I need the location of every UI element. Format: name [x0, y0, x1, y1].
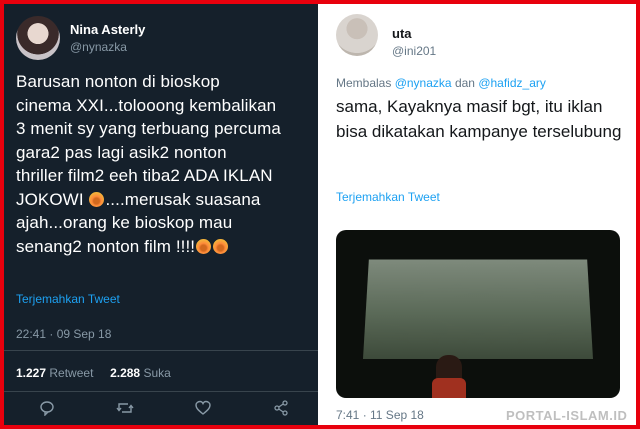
tweet-text: sama, Kayaknya masif bgt, itu iklan bisa… [336, 97, 622, 141]
display-name[interactable]: Nina Asterly [70, 22, 145, 37]
angry-face-emoji-icon [196, 238, 212, 254]
divider [4, 391, 318, 392]
tweet-stats: 1.227 Retweet 2.288 Suka [16, 366, 171, 380]
tweet-text-line: JOKOWI [16, 189, 84, 209]
cinema-screen-image [362, 259, 594, 360]
tweet-text-line: Barusan nonton di bioskop [16, 72, 220, 91]
reply-conjunction: dan [454, 76, 475, 90]
tweet-text-line: gara2 pas lagi asik2 nonton [16, 142, 227, 162]
tweet-text: Barusan nonton di bioskop cinema XXI...t… [16, 70, 312, 258]
avatar[interactable] [336, 14, 378, 56]
retweet-label[interactable]: Retweet [49, 366, 93, 380]
reply-prefix: Membalas [336, 76, 392, 90]
tweet-text-line: ....merusak suasana [105, 189, 261, 209]
angry-face-emoji-icon [213, 238, 229, 254]
user-handle[interactable]: @nynazka [70, 40, 127, 54]
tweet-text-line: 3 menit sy yang terbuang percuma [16, 119, 281, 138]
screenshot-frame: Nina Asterly @nynazka Barusan nonton di … [4, 4, 636, 425]
left-tweet-panel: Nina Asterly @nynazka Barusan nonton di … [4, 4, 318, 425]
right-tweet-panel: uta @ini201 Membalas @nynazka dan @hafid… [322, 4, 636, 425]
replying-to: Membalas @nynazka dan @hafidz_ary [336, 76, 546, 90]
tweet-text-line: ajah...orang ke bioskop mau [16, 213, 233, 232]
tweet-text-line: senang2 nonton film !!!! [16, 236, 196, 256]
tweet-photo[interactable] [336, 230, 620, 398]
tweet-text-line: cinema XXI...tolooong kembalikan [16, 95, 277, 115]
translate-tweet-link[interactable]: Terjemahkan Tweet [16, 292, 120, 306]
tweet-actions [4, 400, 318, 420]
like-label[interactable]: Suka [143, 366, 170, 380]
avatar[interactable] [16, 16, 60, 60]
mention-link[interactable]: @hafidz_ary [478, 76, 546, 90]
share-icon[interactable] [271, 400, 291, 420]
retweet-icon[interactable] [115, 400, 135, 420]
mention-link[interactable]: @nynazka [395, 76, 452, 90]
user-handle[interactable]: @ini201 [392, 44, 436, 58]
watermark: PORTAL-ISLAM.ID [506, 408, 628, 423]
reply-icon[interactable] [37, 400, 57, 420]
display-name[interactable]: uta [392, 26, 412, 41]
audience-silhouette [432, 378, 466, 398]
like-icon[interactable] [193, 400, 213, 420]
translate-tweet-link[interactable]: Terjemahkan Tweet [336, 190, 440, 204]
retweet-count[interactable]: 1.227 [16, 366, 46, 380]
angry-face-emoji-icon [89, 191, 105, 207]
tweet-text-line: thriller film2 eeh tiba2 ADA IKLAN [16, 166, 273, 185]
divider [4, 350, 318, 351]
like-count[interactable]: 2.288 [110, 366, 140, 380]
tweet-timestamp[interactable]: 7:41 · 11 Sep 18 [336, 408, 424, 422]
tweet-timestamp[interactable]: 22:41 · 09 Sep 18 [16, 327, 111, 341]
